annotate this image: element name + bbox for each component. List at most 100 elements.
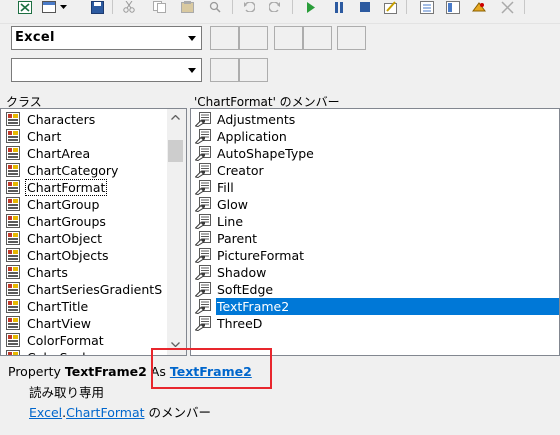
class-list-item-label: ChartArea: [27, 146, 91, 161]
member-list-item-label: PictureFormat: [217, 248, 305, 263]
paste-icon[interactable]: [178, 0, 196, 14]
class-icon: [6, 299, 20, 313]
reset-icon[interactable]: [356, 0, 374, 14]
property-icon: [195, 163, 211, 178]
members-list[interactable]: Adjustments Application AutoShapeType Creat…: [190, 108, 560, 356]
member-list-item[interactable]: ThreeD: [191, 315, 559, 332]
details-pane: Property TextFrame2 As TextFrame2 読み取り専用…: [0, 356, 560, 435]
design-mode-icon[interactable]: [382, 0, 400, 14]
member-list-item[interactable]: TextFrame2: [191, 298, 559, 315]
scroll-thumb[interactable]: [168, 140, 183, 162]
highlight-box: [151, 348, 272, 389]
run-icon[interactable]: [302, 0, 320, 14]
search-button[interactable]: [210, 58, 239, 82]
find-icon[interactable]: [206, 0, 224, 14]
class-list-item[interactable]: ChartView: [1, 315, 92, 332]
toolbar: [0, 0, 560, 24]
class-list-item-label: ChartView: [27, 316, 92, 331]
member-list-item[interactable]: Glow: [191, 196, 559, 213]
undo-icon[interactable]: [240, 0, 258, 14]
class-list-item[interactable]: ColorFormat: [1, 332, 105, 349]
member-list-item[interactable]: Parent: [191, 230, 559, 247]
copy-to-clipboard-button[interactable]: [274, 26, 303, 50]
class-list-item[interactable]: ChartGroup: [1, 196, 100, 213]
save-icon[interactable]: [88, 0, 106, 14]
class-list-item-label: ChartFormat: [24, 179, 108, 196]
member-list-item[interactable]: Adjustments: [191, 111, 559, 128]
class-list-item[interactable]: ChartObject: [1, 230, 103, 247]
member-list-item-label: AutoShapeType: [217, 146, 314, 161]
member-list-item[interactable]: Shadow: [191, 264, 559, 281]
excel-view-icon[interactable]: [16, 0, 34, 14]
class-icon: [6, 197, 20, 211]
class-icon: [6, 163, 20, 177]
cut-icon[interactable]: [120, 0, 138, 14]
chevron-down-icon[interactable]: [58, 0, 68, 14]
class-list-item[interactable]: ChartCategory: [1, 162, 119, 179]
show-hide-search-results-button[interactable]: [239, 58, 268, 82]
class-list-item[interactable]: ChartFormat: [1, 179, 108, 196]
class-list-item[interactable]: ChartArea: [1, 145, 91, 162]
class-icon: [6, 180, 20, 194]
search-combo[interactable]: [11, 58, 202, 82]
toolbox-icon[interactable]: [498, 0, 516, 14]
member-list-item[interactable]: Application: [191, 128, 559, 145]
class-list-item[interactable]: Chart: [1, 128, 62, 145]
member-list-item[interactable]: Line: [191, 213, 559, 230]
class-icon: [6, 112, 20, 126]
library-link[interactable]: Excel: [29, 405, 62, 420]
redo-icon[interactable]: [266, 0, 284, 14]
property-keyword: Property: [8, 364, 61, 379]
member-list-item[interactable]: Creator: [191, 162, 559, 179]
class-list-item[interactable]: Charts: [1, 264, 69, 281]
member-list-item-label: Adjustments: [217, 112, 296, 127]
member-list-item[interactable]: Fill: [191, 179, 559, 196]
class-icon: [6, 333, 20, 347]
class-link[interactable]: ChartFormat: [66, 405, 144, 420]
class-icon: [6, 248, 20, 262]
member-list-item[interactable]: SoftEdge: [191, 281, 559, 298]
class-list-item-label: ChartObject: [27, 231, 103, 246]
go-back-button[interactable]: [210, 26, 239, 50]
view-definition-button[interactable]: [303, 26, 332, 50]
member-list-item[interactable]: AutoShapeType: [191, 145, 559, 162]
break-icon[interactable]: [330, 0, 348, 14]
property-icon: [195, 231, 211, 246]
member-list-item-label: Parent: [217, 231, 258, 246]
chevron-down-icon[interactable]: [184, 60, 200, 80]
property-icon: [195, 316, 211, 331]
class-list-item-label: ChartSeriesGradientS: [27, 282, 163, 297]
member-list-item-label: ThreeD: [217, 316, 263, 331]
scroll-up-icon[interactable]: [167, 109, 184, 126]
class-list-item[interactable]: ChartSeriesGradientS: [1, 281, 163, 298]
copy-icon[interactable]: [150, 0, 168, 14]
project-explorer-icon[interactable]: [418, 0, 436, 14]
class-icon: [6, 214, 20, 228]
readonly-text: 読み取り専用: [29, 385, 105, 400]
classes-list[interactable]: Characters Chart ChartArea ChartCategory Cha…: [0, 108, 187, 356]
insert-module-icon[interactable]: [40, 0, 58, 14]
class-list-item-label: ChartCategory: [27, 163, 119, 178]
help-button[interactable]: [337, 26, 366, 50]
class-list-item-label: ChartGroups: [27, 214, 106, 229]
class-list-item[interactable]: ChartTitle: [1, 298, 89, 315]
property-icon: [195, 146, 211, 161]
class-list-item[interactable]: Characters: [1, 111, 96, 128]
class-list-item-label: ColorFormat: [27, 333, 104, 348]
property-icon: [195, 282, 211, 297]
class-list-item[interactable]: ChartGroups: [1, 213, 107, 230]
member-name: TextFrame2: [64, 364, 147, 379]
classes-scrollbar[interactable]: [167, 109, 186, 355]
library-combo[interactable]: Excel: [11, 26, 202, 50]
class-list-item[interactable]: ColorScale: [1, 349, 94, 355]
member-list-item-label: Shadow: [217, 265, 267, 280]
class-list-item[interactable]: ChartObjects: [1, 247, 110, 264]
chevron-down-icon[interactable]: [184, 28, 200, 48]
go-forward-button[interactable]: [239, 26, 268, 50]
class-icon: [6, 282, 20, 296]
member-list-item-label: TextFrame2: [216, 298, 559, 315]
object-browser-icon[interactable]: [470, 0, 488, 14]
property-icon: [195, 197, 211, 212]
properties-icon[interactable]: [444, 0, 462, 14]
member-list-item[interactable]: PictureFormat: [191, 247, 559, 264]
